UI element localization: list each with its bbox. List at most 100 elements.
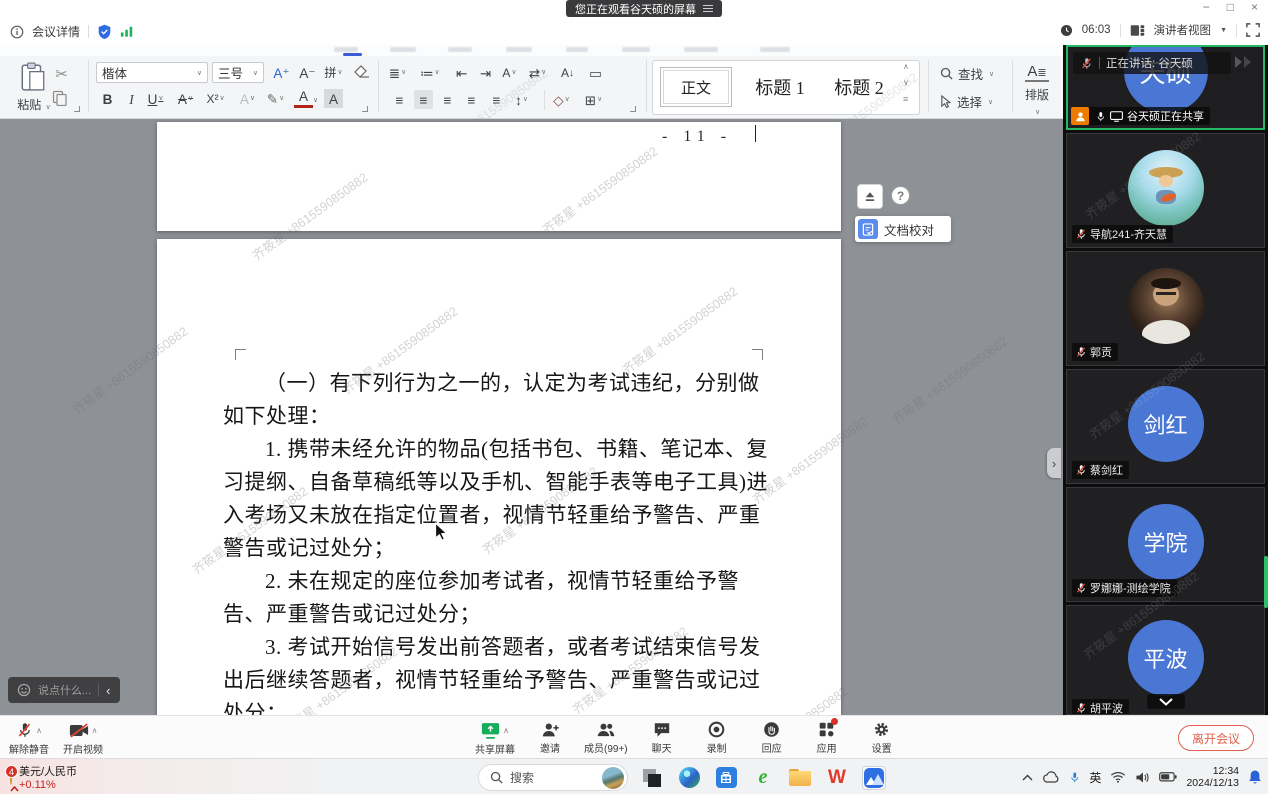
italic-button[interactable]: I (122, 89, 141, 108)
ime-language-button[interactable]: 英 (1089, 769, 1101, 786)
align-center-button[interactable]: ≡ (414, 90, 433, 109)
start-video-button[interactable]: ∧ 开启视频 (62, 721, 104, 756)
grow-font-button[interactable]: A⁺ (272, 63, 291, 82)
ribbon-tab[interactable] (566, 47, 588, 52)
minimize-button[interactable]: − (1203, 0, 1210, 14)
increase-indent-button[interactable]: ⇥ (476, 63, 495, 82)
clear-format-eraser-icon[interactable] (354, 65, 370, 79)
tray-expand-chevron[interactable] (1022, 774, 1033, 781)
security-shield-icon[interactable] (97, 24, 112, 40)
underline-button[interactable]: U∨ (146, 89, 165, 108)
apps-button[interactable]: 应用 (806, 721, 848, 756)
numbered-list-button[interactable]: ≔∨ (420, 63, 440, 82)
participant-tile-sharing[interactable]: 天硕 正在讲话: 谷天硕 谷天硕正在共享 (1066, 45, 1265, 130)
participant-tile[interactable]: 郭贡 (1066, 251, 1265, 366)
highlight-pen-button[interactable]: ✎∨ (266, 89, 285, 108)
sort-button[interactable]: A↓ (558, 63, 577, 82)
ribbon-tab[interactable] (334, 47, 358, 52)
paragraph-dialog-launcher[interactable] (630, 106, 636, 112)
find-button[interactable]: 查找∨ (940, 64, 994, 83)
bold-button[interactable]: B (98, 89, 117, 108)
clipboard-dialog-launcher[interactable] (74, 106, 80, 112)
participant-tile[interactable]: 平波 胡平波 (1066, 605, 1265, 715)
cut-icon[interactable]: ✂ (52, 64, 71, 83)
style-normal[interactable]: 正文 (660, 67, 732, 107)
participant-tile[interactable]: 剑红 蔡剑红 (1066, 369, 1265, 484)
ribbon-tab[interactable] (448, 47, 472, 52)
taskbar-search[interactable]: 搜索 (478, 764, 628, 791)
view-mode-caret[interactable]: ▼ (1220, 27, 1227, 34)
select-button[interactable]: 选择∨ (940, 92, 993, 111)
network-signal-icon[interactable] (120, 25, 134, 38)
share-screen-button[interactable]: ∧ 共享屏幕 (474, 721, 516, 756)
wifi-icon[interactable] (1110, 771, 1126, 783)
collapse-chat-icon[interactable]: ‹ (106, 683, 110, 698)
unmute-button[interactable]: ∧ 解除静音 (8, 721, 50, 756)
fullscreen-icon[interactable] (1246, 23, 1260, 37)
text-direction-button[interactable]: ⇄∨ (528, 63, 547, 82)
bullet-list-button[interactable]: ≣∨ (388, 63, 407, 82)
view-mode-select[interactable]: 演讲者视图 (1154, 22, 1212, 38)
decrease-indent-button[interactable]: ⇤ (452, 63, 471, 82)
styles-more-button[interactable]: ≡ (903, 94, 908, 104)
banner-menu-icon[interactable] (703, 5, 713, 12)
align-left-button[interactable]: ≡ (390, 90, 409, 109)
help-button[interactable]: ? (891, 186, 910, 205)
participant-tile[interactable]: 导航241-齐天慧 (1066, 133, 1265, 248)
battery-icon[interactable] (1159, 772, 1177, 782)
styles-up-arrow[interactable]: ∧ (903, 62, 909, 71)
ribbon-tab[interactable] (506, 47, 532, 52)
sidebar-scrollbar[interactable] (1264, 556, 1268, 608)
record-button[interactable]: 录制 (696, 721, 738, 756)
distribute-button[interactable]: ≡ (486, 90, 505, 109)
char-shading-button[interactable]: A (324, 89, 343, 108)
char-scale-button[interactable]: A∨ (500, 63, 519, 82)
collapse-list-button[interactable] (1147, 694, 1185, 709)
font-color-caret[interactable]: ∨ (313, 96, 318, 104)
copy-icon[interactable] (52, 90, 68, 106)
members-button[interactable]: 成员(99+) (584, 721, 628, 756)
font-name-select[interactable]: 楷体∨ (96, 62, 208, 83)
invite-button[interactable]: 邀请 (529, 721, 571, 756)
sidebar-collapse-handle[interactable]: › (1047, 448, 1061, 478)
leave-meeting-button[interactable]: 离开会议 (1178, 725, 1254, 751)
viewing-banner[interactable]: 您正在观看谷天硕的屏幕 (566, 0, 722, 17)
file-explorer-icon[interactable] (788, 766, 812, 790)
news-widget[interactable]: 4 美元/人民币 +0.11% (10, 763, 77, 791)
style-heading1[interactable]: 标题 1 (744, 67, 816, 107)
justify-button[interactable]: ≡ (462, 90, 481, 109)
shading-button[interactable]: ◇∨ (552, 90, 571, 109)
participant-tile[interactable]: 学院 罗娜娜-测绘学院 (1066, 487, 1265, 602)
quick-chat-bar[interactable]: 说点什么... ‹ (8, 677, 120, 703)
tray-clock[interactable]: 12:34 2024/12/13 (1186, 765, 1239, 790)
font-dialog-launcher[interactable] (362, 106, 368, 112)
paste-button[interactable] (20, 62, 46, 92)
superscript-button[interactable]: X²∨ (206, 89, 225, 108)
borders-button[interactable]: ⊞∨ (584, 90, 603, 109)
ribbon-tab[interactable] (390, 47, 416, 52)
edge-browser-icon[interactable] (677, 766, 701, 790)
layout-tool-button[interactable]: A≣ 排版 ∨ (1022, 63, 1052, 117)
ribbon-tabs-strip[interactable] (0, 45, 1063, 56)
ribbon-tab[interactable] (760, 47, 790, 52)
font-size-select[interactable]: 三号∨ (212, 62, 264, 83)
page-border-button[interactable]: ▭ (586, 63, 605, 82)
onedrive-cloud-icon[interactable] (1042, 771, 1060, 783)
doc-proofread-button[interactable]: 文档校对 (855, 216, 951, 242)
microsoft-store-icon[interactable] (714, 766, 738, 790)
chat-button[interactable]: 聊天 (641, 721, 683, 756)
reactions-button[interactable]: 回应 (751, 721, 793, 756)
shrink-font-button[interactable]: A⁻ (298, 63, 317, 82)
strikethrough-button[interactable]: A∨ (176, 89, 195, 108)
wps-office-icon[interactable]: W (825, 766, 849, 790)
ribbon-tab[interactable] (622, 47, 650, 52)
task-view-button[interactable] (640, 766, 664, 790)
notification-bell-icon[interactable] (1248, 769, 1262, 785)
meeting-app-icon-active[interactable] (862, 766, 886, 790)
text-effects-button[interactable]: A∨ (238, 89, 257, 108)
styles-down-arrow[interactable]: ∨ (903, 78, 909, 87)
eject-sidebar-button[interactable] (857, 184, 883, 209)
settings-button[interactable]: 设置 (861, 721, 903, 756)
font-color-button[interactable]: A (294, 89, 313, 108)
close-button[interactable]: × (1251, 0, 1258, 14)
